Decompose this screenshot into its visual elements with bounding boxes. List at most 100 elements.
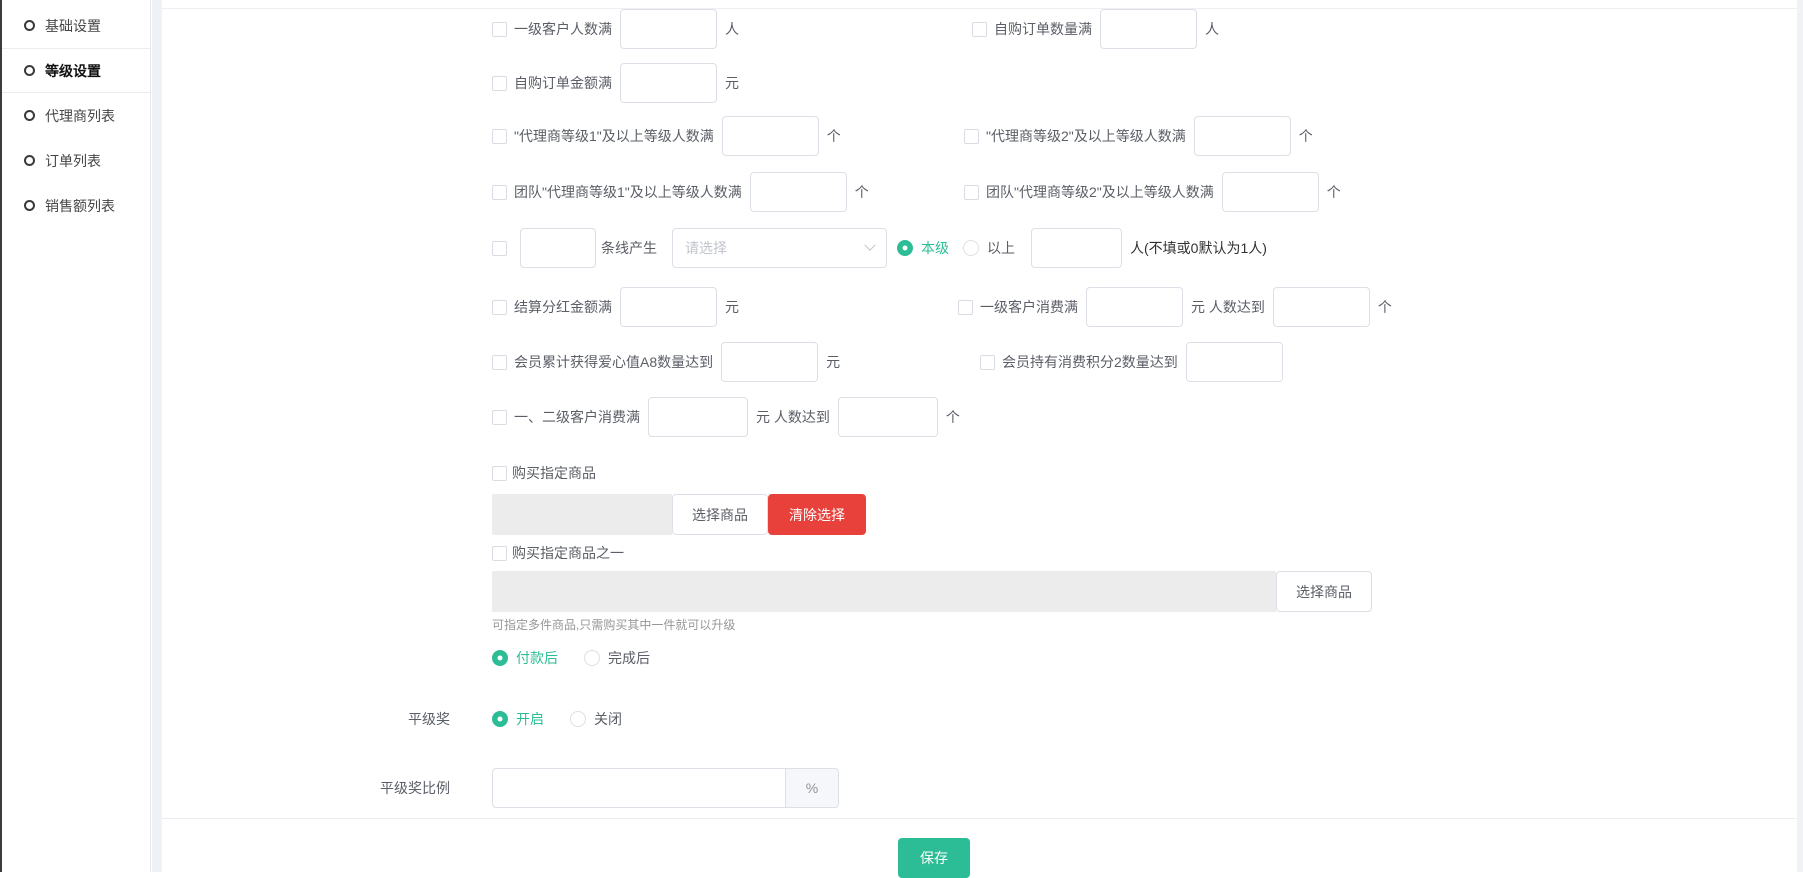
l1-customer-count-input[interactable]: [620, 9, 717, 49]
condition-row-l1-customer-count: 一级客户人数满 人: [492, 9, 739, 49]
l1l2-customer-spend-input[interactable]: [648, 397, 748, 437]
sidebar-content-gap: [152, 0, 162, 872]
condition-label: 一级客户人数满: [514, 19, 612, 39]
team-agent-level2-count-input[interactable]: [1222, 172, 1319, 212]
circle-icon: [24, 20, 35, 31]
sidebar: 基础设置 等级设置 代理商列表 订单列表 销售额列表: [2, 0, 151, 872]
checkbox-l1-customer-count[interactable]: [492, 22, 507, 37]
above-level-count-input[interactable]: [1031, 228, 1122, 268]
checkbox-love-value-a8[interactable]: [492, 355, 507, 370]
select-placeholder: 请选择: [685, 238, 727, 258]
select-product-button[interactable]: 选择商品: [1276, 571, 1372, 612]
checkbox-self-order-count[interactable]: [972, 22, 987, 37]
dividend-amount-input[interactable]: [620, 287, 717, 327]
select-product-button[interactable]: 选择商品: [672, 494, 768, 535]
one-of-products-picker: 选择商品: [492, 571, 1372, 612]
self-order-amount-input[interactable]: [620, 63, 717, 103]
condition-row-dividend-amount: 结算分红金额满 元: [492, 287, 739, 327]
product-hint-text: 可指定多件商品,只需购买其中一件就可以升级: [492, 616, 735, 633]
condition-row-line-produce: 条线产生 请选择 本级 以上 人(不填或0默认为1人): [492, 228, 1267, 268]
selected-product-display: [492, 494, 672, 535]
radio-peer-award-off[interactable]: [570, 711, 586, 727]
checkbox-dividend-amount[interactable]: [492, 300, 507, 315]
radio-peer-award-on-label[interactable]: 开启: [516, 709, 544, 729]
condition-row-team-agent-level2-count: 团队"代理商等级2"及以上等级人数满 个: [964, 172, 1341, 212]
clear-selection-button[interactable]: 清除选择: [768, 494, 866, 535]
condition-row-buy-one-of-products: 购买指定商品之一: [492, 539, 624, 567]
sidebar-item-label: 基础设置: [45, 16, 101, 36]
love-value-a8-input[interactable]: [721, 342, 818, 382]
checkbox-self-order-amount[interactable]: [492, 76, 507, 91]
agent-level1-count-input[interactable]: [722, 116, 819, 156]
radio-above-level-label[interactable]: 以上: [987, 238, 1015, 258]
condition-row-self-order-amount: 自购订单金额满 元: [492, 63, 739, 103]
percent-addon: %: [786, 768, 839, 808]
radio-peer-award-on[interactable]: [492, 711, 508, 727]
radio-after-payment-label[interactable]: 付款后: [516, 648, 558, 668]
sidebar-item-label: 代理商列表: [45, 106, 115, 126]
checkbox-line-produce[interactable]: [492, 241, 507, 256]
circle-icon: [24, 65, 35, 76]
condition-row-l1-customer-spend: 一级客户消费满 元 人数达到 个: [958, 287, 1392, 327]
checkbox-team-agent-level1-count[interactable]: [492, 185, 507, 200]
condition-label: 自购订单数量满: [994, 19, 1092, 39]
checkbox-consume-points2[interactable]: [980, 355, 995, 370]
radio-self-level[interactable]: [897, 240, 913, 256]
unit-label: 个: [827, 126, 841, 146]
sidebar-item-basic-settings[interactable]: 基础设置: [2, 3, 150, 48]
radio-after-payment[interactable]: [492, 650, 508, 666]
radio-peer-award-off-label[interactable]: 关闭: [594, 709, 622, 729]
checkbox-team-agent-level2-count[interactable]: [964, 185, 979, 200]
agent-level2-count-input[interactable]: [1194, 116, 1291, 156]
peer-award-ratio-row: 平级奖比例 %: [370, 768, 839, 808]
peer-award-label: 平级奖: [370, 709, 450, 729]
line-count-input[interactable]: [520, 228, 596, 268]
unit-label: 个: [1299, 126, 1313, 146]
scrollbar-track[interactable]: [1797, 0, 1803, 872]
peer-award-row: 平级奖 开启 关闭: [370, 705, 648, 733]
radio-after-completion[interactable]: [584, 650, 600, 666]
checkbox-l1l2-customer-spend[interactable]: [492, 410, 507, 425]
radio-above-level[interactable]: [963, 240, 979, 256]
unit-label: 人: [725, 19, 739, 39]
radio-after-completion-label[interactable]: 完成后: [608, 648, 650, 668]
condition-label: 购买指定商品: [512, 463, 596, 483]
condition-label: 自购订单金额满: [514, 73, 612, 93]
line-produce-note: 人(不填或0默认为1人): [1130, 238, 1267, 258]
checkbox-agent-level1-count[interactable]: [492, 129, 507, 144]
unit-label: 元: [725, 297, 739, 317]
checkbox-buy-one-of-products[interactable]: [492, 546, 507, 561]
sidebar-item-sales-list[interactable]: 销售额列表: [2, 183, 150, 228]
radio-self-level-label[interactable]: 本级: [921, 238, 949, 258]
sidebar-item-agent-list[interactable]: 代理商列表: [2, 93, 150, 138]
sidebar-item-order-list[interactable]: 订单列表: [2, 138, 150, 183]
upgrade-timing-radios: 付款后 完成后: [492, 644, 676, 672]
sidebar-item-label: 等级设置: [45, 61, 101, 81]
condition-label: 团队"代理商等级2"及以上等级人数满: [986, 182, 1214, 202]
peer-award-ratio-input[interactable]: [492, 768, 786, 808]
checkbox-buy-specified-product[interactable]: [492, 466, 507, 481]
condition-row-agent-level1-count: "代理商等级1"及以上等级人数满 个: [492, 116, 841, 156]
condition-label: 购买指定商品之一: [512, 543, 624, 563]
condition-row-self-order-count: 自购订单数量满 人: [972, 9, 1219, 49]
l1-customer-spend-count-input[interactable]: [1273, 287, 1370, 327]
line-produce-label: 条线产生: [601, 238, 657, 258]
team-agent-level1-count-input[interactable]: [750, 172, 847, 212]
checkbox-agent-level2-count[interactable]: [964, 129, 979, 144]
hint-row: 可指定多件商品,只需购买其中一件就可以升级: [492, 616, 735, 632]
consume-points2-input[interactable]: [1186, 342, 1283, 382]
unit-label: 个: [1378, 297, 1392, 317]
save-button[interactable]: 保存: [898, 838, 970, 878]
unit-and-count-label: 元 人数达到: [1191, 297, 1265, 317]
level-select[interactable]: 请选择: [672, 228, 887, 268]
condition-label: 结算分红金额满: [514, 297, 612, 317]
checkbox-l1-customer-spend[interactable]: [958, 300, 973, 315]
condition-label: 会员持有消费积分2数量达到: [1002, 352, 1178, 372]
sidebar-item-level-settings[interactable]: 等级设置: [2, 48, 150, 93]
l1-customer-spend-input[interactable]: [1086, 287, 1183, 327]
selected-products-display: [492, 571, 1276, 612]
condition-row-consume-points2: 会员持有消费积分2数量达到: [980, 342, 1291, 382]
l1l2-customer-spend-count-input[interactable]: [838, 397, 938, 437]
self-order-count-input[interactable]: [1100, 9, 1197, 49]
unit-label: 元: [826, 352, 840, 372]
